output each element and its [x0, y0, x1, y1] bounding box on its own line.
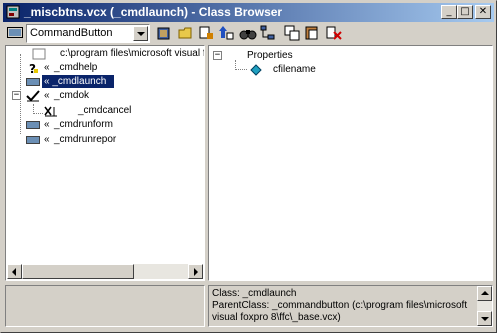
button-icon — [26, 136, 40, 144]
property-icon — [250, 64, 262, 76]
library-icon — [32, 48, 46, 60]
cancel-icon — [44, 106, 57, 117]
remove-icon[interactable] — [325, 24, 343, 42]
folder-icon[interactable] — [177, 24, 195, 42]
class-browser-app-icon — [6, 5, 20, 19]
minimize-button[interactable]: _ — [441, 5, 457, 19]
tree-item-prefix: « — [44, 76, 50, 87]
class-browser-window: _miscbtns.vcx (_cmdlaunch) - Class Brows… — [0, 0, 497, 333]
scroll-up-arrow-icon[interactable] — [477, 286, 492, 301]
class-tree-pane[interactable]: c:\program files\microsoft visual fo ? «… — [5, 45, 205, 281]
toolbar: CommandButton — [3, 23, 494, 43]
tree-root-row[interactable]: c:\program files\microsoft visual fo — [6, 47, 205, 61]
rename-icon[interactable] — [217, 24, 235, 42]
member-label: cfilename — [273, 64, 316, 75]
tree-item[interactable]: ? « _cmdhelp — [6, 61, 204, 75]
scroll-right-arrow-icon[interactable] — [188, 264, 203, 279]
member-item[interactable]: cfilename — [209, 63, 489, 77]
find-icon[interactable] — [239, 24, 257, 42]
scrollbar-thumb[interactable] — [22, 264, 134, 279]
collapse-expander[interactable]: − — [12, 91, 21, 100]
maximize-button[interactable]: □ — [457, 5, 473, 19]
vertical-scrollbar[interactable] — [477, 286, 492, 326]
paste-icon[interactable] — [303, 24, 321, 42]
tree-item-selected[interactable]: « _cmdlaunch — [6, 74, 204, 89]
tree-item-prefix: « — [44, 119, 50, 130]
window-title: _miscbtns.vcx (_cmdlaunch) - Class Brows… — [24, 5, 283, 19]
chevron-down-icon[interactable] — [133, 26, 148, 41]
tree-item-label: _cmdrunrepor — [54, 134, 117, 145]
tree-item-label: _cmdrunform — [54, 119, 113, 130]
members-pane[interactable]: − Properties cfilename — [208, 45, 493, 281]
class-filter-value: CommandButton — [30, 27, 113, 39]
tree-item-label: _cmdhelp — [54, 62, 98, 73]
properties-group-label: Properties — [247, 50, 293, 61]
collapse-expander[interactable]: − — [213, 51, 222, 60]
tree-item-label: _cmdcancel — [78, 105, 132, 116]
checkmark-icon — [26, 90, 40, 102]
class-filter-dropdown[interactable]: CommandButton — [26, 24, 150, 43]
commandbutton-class-icon — [7, 27, 23, 38]
tree-item[interactable]: − « _cmdok — [6, 89, 204, 103]
description-pane[interactable]: Class: _cmdlaunch ParentClass: _commandb… — [208, 285, 493, 327]
scroll-down-arrow-icon[interactable] — [477, 311, 492, 326]
root-path-label: c:\program files\microsoft visual fo — [60, 48, 205, 59]
copy-icon[interactable] — [283, 24, 301, 42]
button-icon — [26, 121, 40, 129]
tree-item-prefix: « — [44, 134, 50, 145]
tree-item-label: _cmdlaunch — [52, 76, 107, 87]
tree-item[interactable]: « _cmdrunform — [6, 118, 204, 132]
tree-view-icon[interactable] — [259, 24, 277, 42]
tree-item-prefix: « — [44, 62, 50, 73]
add-icon[interactable] — [197, 24, 215, 42]
close-button[interactable]: ✕ — [475, 5, 491, 19]
open-icon[interactable] — [155, 24, 173, 42]
tree-item-child[interactable]: _cmdcancel — [6, 104, 204, 118]
question-icon: ? — [29, 62, 38, 74]
horizontal-scrollbar[interactable] — [7, 264, 203, 279]
button-icon — [26, 78, 40, 86]
title-bar[interactable]: _miscbtns.vcx (_cmdlaunch) - Class Brows… — [3, 3, 494, 22]
description-class-line: Class: _cmdlaunch — [212, 288, 297, 299]
description-path-line: visual foxpro 8\ffc\_base.vcx) — [212, 312, 341, 323]
description-parentclass-line: ParentClass: _commandbutton (c:\program … — [212, 300, 468, 311]
tree-item-selected-highlight: « _cmdlaunch — [41, 74, 115, 89]
tree-item-label: _cmdok — [54, 90, 90, 101]
bottom-left-pane — [5, 285, 205, 327]
tree-item[interactable]: « _cmdrunrepor — [6, 133, 204, 147]
tree-item-prefix: « — [44, 90, 50, 101]
scroll-left-arrow-icon[interactable] — [7, 264, 22, 279]
